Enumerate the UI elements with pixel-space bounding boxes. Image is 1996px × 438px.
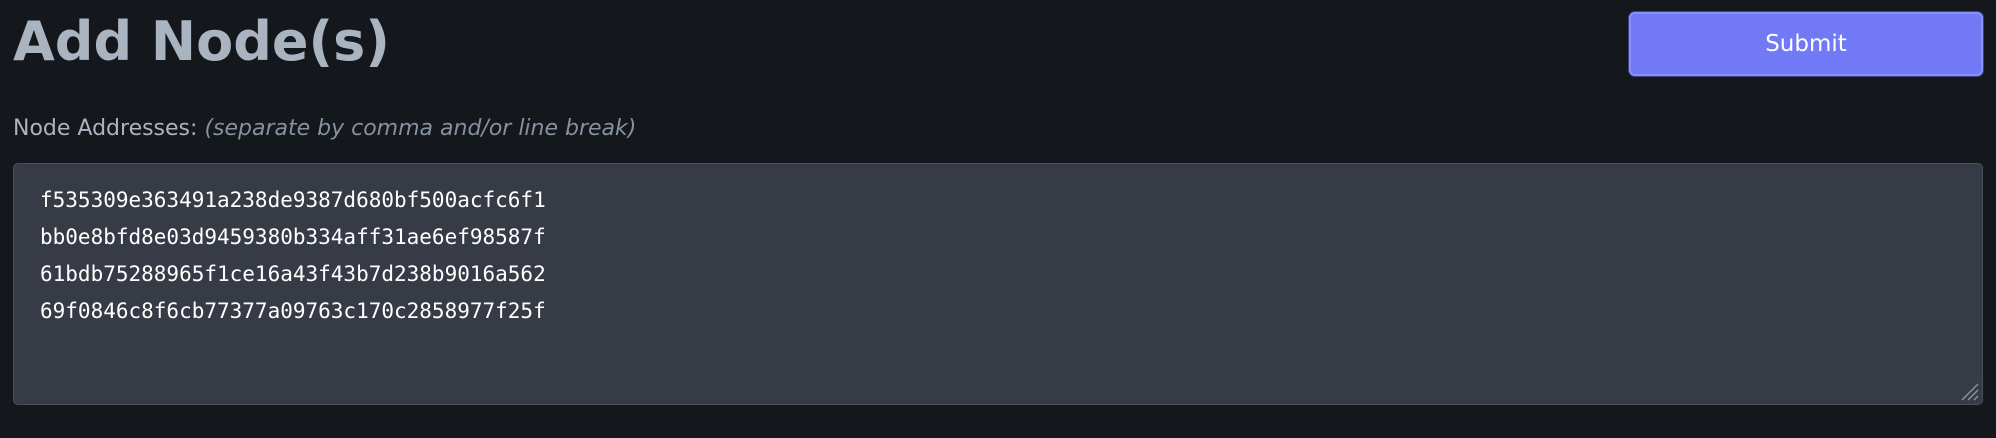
address-line: 69f0846c8f6cb77377a09763c170c2858977f25f	[40, 299, 546, 323]
resize-handle-icon[interactable]	[1956, 378, 1980, 402]
submit-button[interactable]: Submit	[1629, 12, 1983, 76]
page-title: Add Node(s)	[13, 10, 390, 73]
field-hint-text: (separate by comma and/or line break)	[204, 116, 637, 141]
address-line: 61bdb75288965f1ce16a43f43b7d238b9016a562	[40, 262, 546, 286]
node-addresses-textarea[interactable]: f535309e363491a238de9387d680bf500acfc6f1…	[13, 163, 1983, 405]
address-line: f535309e363491a238de9387d680bf500acfc6f1	[40, 188, 546, 212]
address-line: bb0e8bfd8e03d9459380b334aff31ae6ef98587f	[40, 225, 546, 249]
node-addresses-label: Node Addresses: (separate by comma and/o…	[13, 114, 636, 144]
field-label-text: Node Addresses:	[13, 116, 198, 141]
